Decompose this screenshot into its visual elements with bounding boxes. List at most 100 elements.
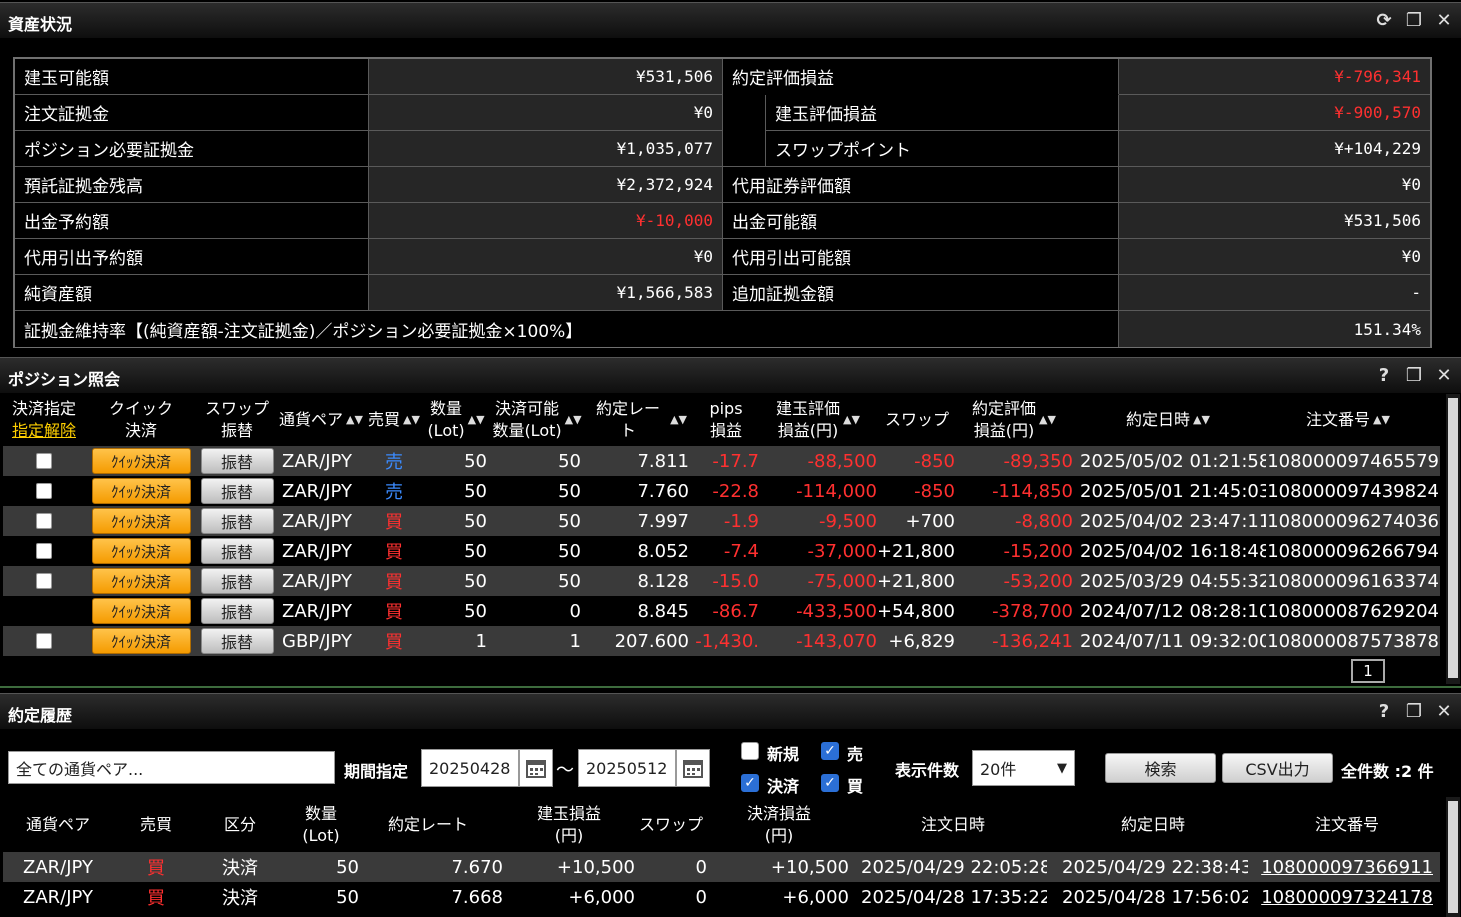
swap-transfer-button[interactable]: 振替 (200, 448, 274, 474)
swap-transfer-button[interactable]: 振替 (200, 478, 274, 504)
history-scrollbar-thumb[interactable] (1448, 801, 1458, 913)
side: 売 (385, 452, 403, 473)
side: 買 (385, 542, 403, 563)
pair-filter-select[interactable]: 全ての通貨ペア... (8, 751, 335, 784)
settle-checkbox[interactable]: ✓ (741, 774, 759, 792)
hcol-pair: 通貨ペア (13, 797, 103, 853)
order-number-link[interactable]: 108000097324178 (1259, 882, 1433, 912)
realized-pl: -53,200 (1003, 570, 1073, 592)
asset-value: ¥0 (369, 95, 723, 131)
col-rpl-label-a: 約定評価 (972, 399, 1037, 418)
page-number-button[interactable]: 1 (1351, 659, 1385, 683)
sort-icon: ▲▼ (346, 413, 363, 426)
side: 買 (385, 602, 403, 623)
quick-settle-button[interactable]: ｸｲｯｸ決済 (91, 508, 191, 534)
restore-window-icon[interactable]: ❐ (1403, 700, 1425, 722)
swap-transfer-button[interactable]: 振替 (200, 538, 274, 564)
sell-checkbox[interactable]: ✓ (821, 742, 839, 760)
restore-window-icon[interactable]: ❐ (1403, 9, 1425, 31)
restore-window-icon[interactable]: ❐ (1403, 364, 1425, 386)
date-to-input[interactable]: 20250512 (578, 749, 676, 787)
new-checkbox[interactable] (741, 742, 759, 760)
settle-checkbox[interactable] (36, 483, 52, 499)
hcol-qty-label-b: (Lot) (302, 826, 340, 845)
pair: ZAR/JPY (282, 540, 352, 562)
calendar-to-icon[interactable] (676, 749, 710, 787)
col-settle-select: 決済指定 指定解除 (3, 394, 85, 446)
position-pl: +10,500 (556, 856, 635, 878)
asset-label: ポジション必要証拠金 (15, 131, 369, 167)
col-qty[interactable]: 数量 (Lot) ▲▼ (427, 394, 485, 446)
swap-transfer-button[interactable]: 振替 (200, 568, 274, 594)
history-table-header: 通貨ペア 売買 区分 数量 (Lot) 約定レート 建玉損益 (円) スワップ 決済… (3, 797, 1440, 853)
calendar-from-icon[interactable] (519, 749, 553, 787)
kind: 決済 (222, 858, 258, 879)
col-avail[interactable]: 決済可能 数量(Lot) ▲▼ (489, 394, 585, 446)
asset-label: 代用証券評価額 (723, 167, 1119, 203)
buy-checkbox[interactable]: ✓ (821, 774, 839, 792)
col-date[interactable]: 約定日時 ▲▼ (1103, 394, 1233, 446)
hcol-exec-date: 約定日時 (1083, 797, 1223, 853)
settle-checkbox[interactable] (36, 453, 52, 469)
help-icon[interactable]: ? (1373, 700, 1395, 722)
order-datetime: 2025/04/28 17:35:22 (861, 886, 1047, 908)
asset-value: ¥0 (369, 239, 723, 275)
col-unrealized[interactable]: 建玉評価 損益(円) ▲▼ (769, 394, 867, 446)
settle-checkbox[interactable] (36, 633, 52, 649)
swap-transfer-button[interactable]: 振替 (200, 508, 274, 534)
swap-transfer-cell: 振替 (199, 536, 275, 566)
unrealized-pl: -9,500 (818, 510, 877, 532)
dropdown-arrow-icon: ▼ (1057, 760, 1067, 776)
pair: ZAR/JPY (282, 450, 352, 472)
swap-transfer-button[interactable]: 振替 (200, 628, 274, 654)
settle-checkbox[interactable] (36, 543, 52, 559)
avail-qty: 0 (569, 600, 581, 622)
col-side[interactable]: 売買 ▲▼ (365, 394, 423, 446)
quick-settle-button[interactable]: ｸｲｯｸ決済 (91, 478, 191, 504)
col-rate[interactable]: 約定レート ▲▼ (589, 394, 687, 446)
search-button[interactable]: 検索 (1105, 753, 1216, 783)
pair: ZAR/JPY (23, 886, 93, 908)
display-count-select[interactable]: 20件 ▼ (972, 750, 1075, 786)
col-pair[interactable]: 通貨ペア ▲▼ (279, 394, 363, 446)
swap-transfer-button[interactable]: 振替 (200, 598, 274, 624)
exec-datetime: 2024/07/12 08:28:10 (1080, 600, 1266, 622)
order-number-link[interactable]: 108000097366911 (1259, 852, 1433, 882)
hcol-upl-label-a: 建玉損益 (536, 804, 601, 823)
buy-checkbox-label: 買 (847, 777, 864, 796)
clear-selection-link[interactable]: 指定解除 (12, 420, 76, 442)
position-row: ｸｲｯｸ決済 振替 ZAR/JPY 買 50 50 7.997 -1.9 -9,500 +700 -… (3, 506, 1440, 536)
col-order[interactable]: 注文番号 ▲▼ (1283, 394, 1413, 446)
history-scrollbar[interactable] (1446, 797, 1460, 917)
settle-checkbox[interactable] (36, 573, 52, 589)
settle-checkbox-cell (3, 566, 85, 596)
pair: ZAR/JPY (282, 600, 352, 622)
qty: 50 (464, 540, 487, 562)
close-icon[interactable]: ✕ (1433, 9, 1455, 31)
position-row: ｸｲｯｸ決済 振替 ZAR/JPY 売 50 50 7.760 -22.8 -114,000 -8… (3, 476, 1440, 506)
refresh-icon[interactable]: ⟳ (1373, 9, 1395, 31)
col-swap-label-b: 振替 (220, 421, 253, 440)
swap-points: +21,800 (879, 570, 955, 592)
col-qty-label-a: 数量 (430, 399, 463, 418)
quick-settle-button[interactable]: ｸｲｯｸ決済 (91, 448, 191, 474)
rate: 8.052 (637, 540, 689, 562)
unrealized-pl: -114,000 (796, 480, 877, 502)
close-icon[interactable]: ✕ (1433, 700, 1455, 722)
quick-settle-button[interactable]: ｸｲｯｸ決済 (91, 538, 191, 564)
position-scrollbar-thumb[interactable] (1448, 398, 1458, 678)
history-panel-header: 約定履歴 ? ❐ ✕ (0, 693, 1461, 729)
hcol-qty: 数量 (Lot) (291, 797, 351, 853)
date-from-input[interactable]: 20250428 (421, 749, 519, 787)
col-rpl-label-b: 損益(円) (973, 421, 1035, 440)
close-icon[interactable]: ✕ (1433, 364, 1455, 386)
asset-label: 代用引出可能額 (723, 239, 1119, 275)
settle-checkbox[interactable] (36, 513, 52, 529)
col-realized[interactable]: 約定評価 損益(円) ▲▼ (965, 394, 1063, 446)
csv-export-button[interactable]: CSV出力 (1222, 753, 1333, 783)
quick-settle-button[interactable]: ｸｲｯｸ決済 (91, 598, 191, 624)
quick-settle-button[interactable]: ｸｲｯｸ決済 (91, 568, 191, 594)
quick-settle-button[interactable]: ｸｲｯｸ決済 (91, 628, 191, 654)
help-icon[interactable]: ? (1373, 364, 1395, 386)
position-scrollbar[interactable] (1446, 394, 1460, 684)
